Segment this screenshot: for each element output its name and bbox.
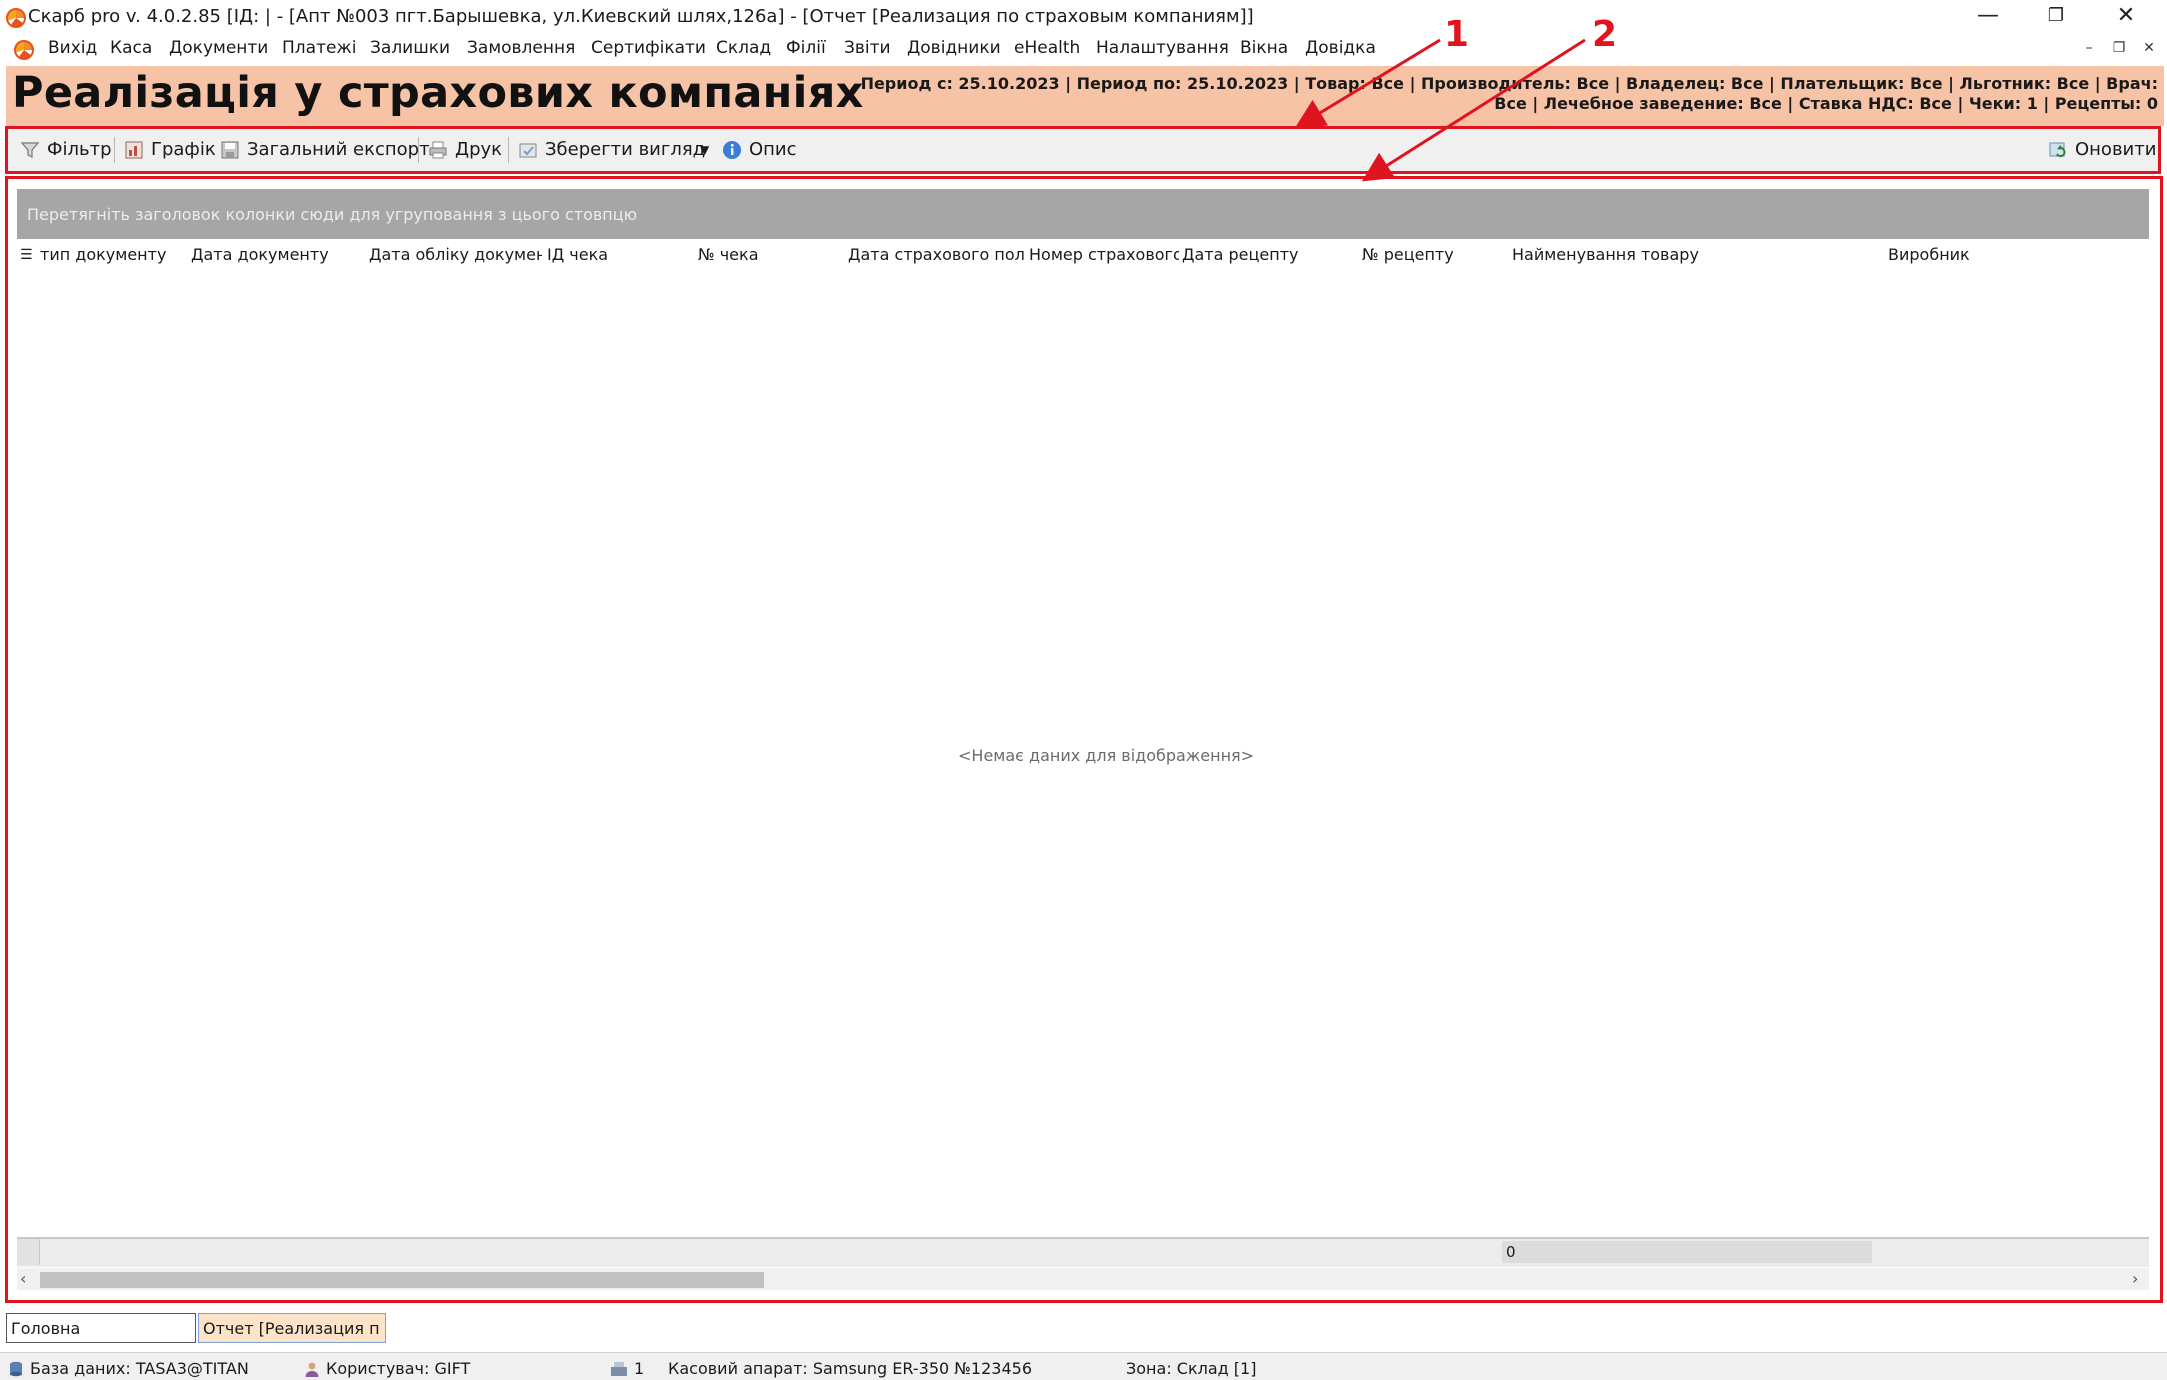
database-icon [10,1361,22,1376]
status-database-text: База даних: TASA3@TITAN [30,1359,249,1378]
annotation-arrow-1 [1294,38,1441,129]
status-cash-register: Касовий апарат: Samsung ER-350 №123456 [668,1359,1032,1378]
annotation-arrows [1294,38,1586,182]
annotation-label-1: 1 [1444,14,1470,55]
tab-report[interactable]: Отчет [Реализация п ... [198,1313,386,1343]
status-user: Користувач: GIFT [304,1359,470,1378]
status-user-text: Користувач: GIFT [326,1359,471,1378]
status-counter: 1 [610,1359,644,1378]
cash-register-icon [611,1361,627,1376]
status-database: База даних: TASA3@TITAN [8,1359,249,1378]
annotation-label-2: 2 [1592,14,1618,55]
user-icon [305,1362,319,1377]
tab-home[interactable]: Головна [6,1313,196,1343]
status-count-text: 1 [634,1359,645,1378]
status-bar: База даних: TASA3@TITAN Користувач: GIFT… [0,1352,2167,1380]
status-zone: Зона: Склад [1] [1126,1359,1257,1378]
